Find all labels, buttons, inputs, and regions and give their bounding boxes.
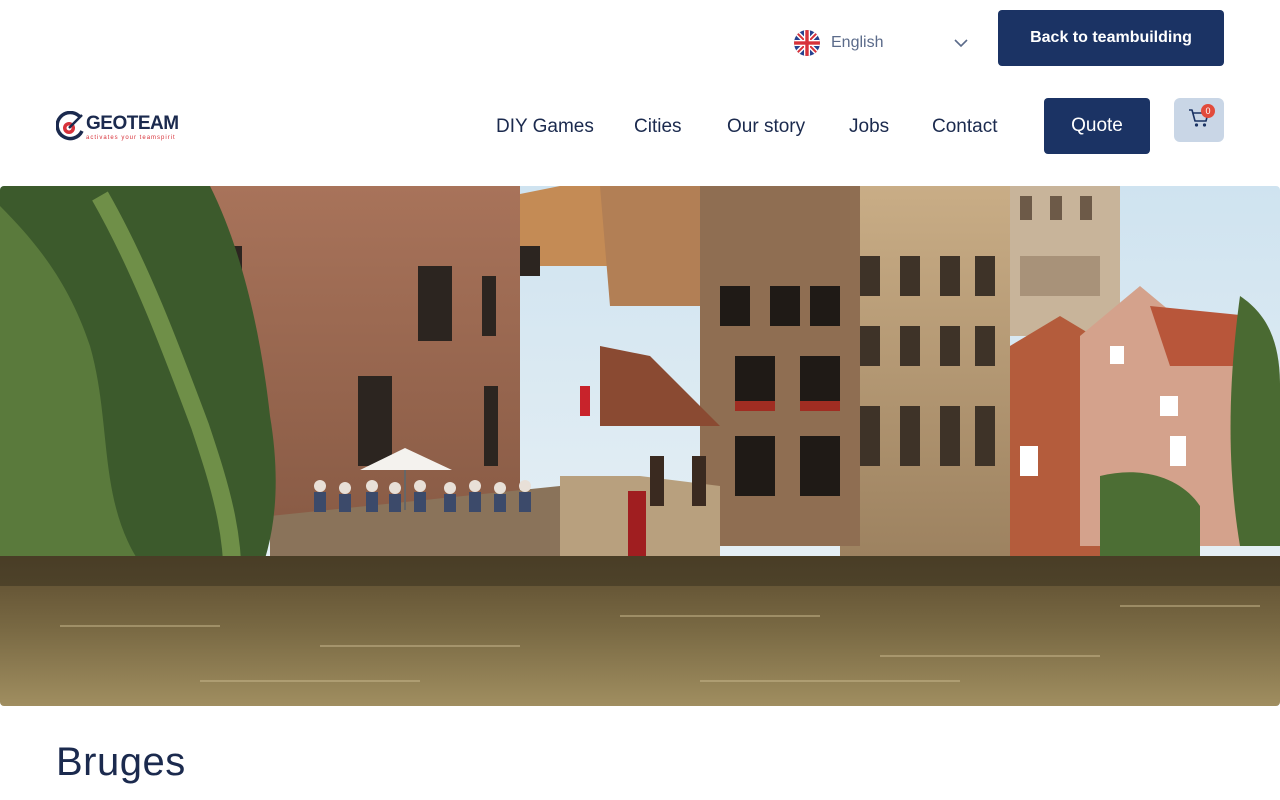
back-to-teambuilding-button[interactable]: Back to teambuilding <box>998 10 1224 66</box>
page-title: Bruges <box>56 740 186 784</box>
cart-button[interactable]: 0 <box>1174 98 1224 142</box>
language-label: English <box>831 34 884 51</box>
nav-item-contact[interactable]: Contact <box>932 112 997 142</box>
chevron-down-icon <box>954 36 968 50</box>
nav-item-diy-games[interactable]: DIY Games <box>496 112 594 142</box>
nav-item-cities[interactable]: Cities <box>634 112 682 142</box>
nav-item-our-story[interactable]: Our story <box>727 112 805 142</box>
nav-item-jobs[interactable]: Jobs <box>849 112 889 142</box>
quote-button[interactable]: Quote <box>1044 98 1150 154</box>
top-utility-bar: English Back to teambuilding <box>0 0 1280 76</box>
hero-image <box>0 186 1280 706</box>
language-selector[interactable]: English <box>794 28 974 58</box>
uk-flag-icon <box>794 30 820 56</box>
cart-count-badge: 0 <box>1201 104 1215 118</box>
